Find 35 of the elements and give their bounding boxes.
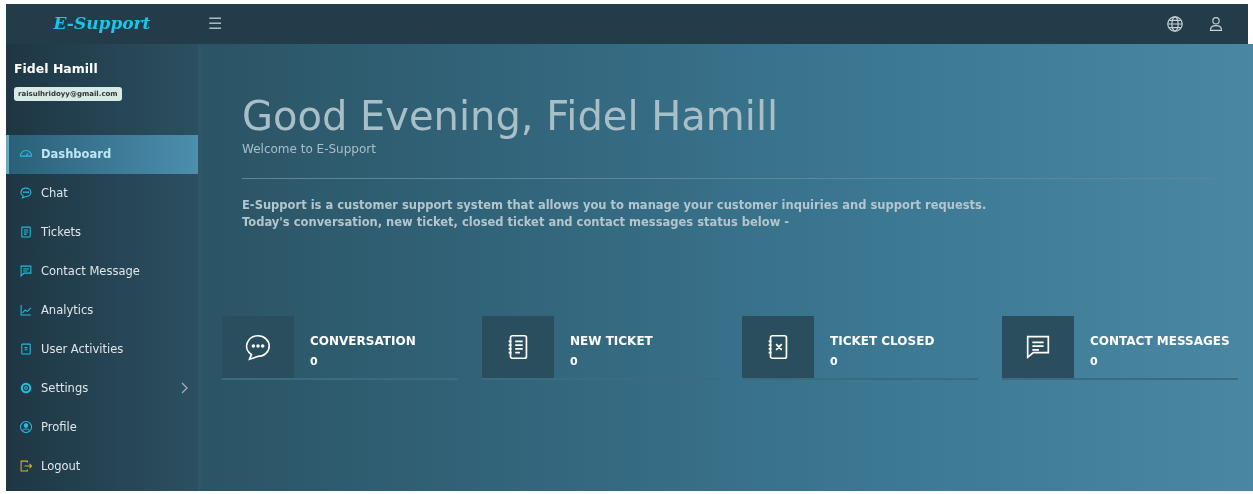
user-icon[interactable] (1208, 16, 1224, 32)
user-circle-icon (19, 420, 33, 435)
stat-value: 0 (830, 353, 839, 370)
sidebar-item[interactable]: User Activities (6, 329, 198, 369)
sidebar-item[interactable]: Analytics (6, 290, 198, 330)
sidebar-item[interactable]: Profile (6, 407, 198, 447)
sidebar-item[interactable]: Dashboard (6, 134, 198, 174)
user-name: Fidel Hamill (14, 60, 99, 78)
globe-icon[interactable] (1166, 15, 1184, 33)
stat-value: 0 (310, 353, 319, 370)
logo[interactable]: E-Support (53, 13, 151, 34)
stat-title: NEW TICKET (570, 332, 653, 350)
description-text: E-Support is a customer support system that allows you to manage your customer inquiries and support requests. (242, 197, 988, 214)
greeting-heading: Good Evening, Fidel Hamill (242, 92, 780, 140)
message-icon (19, 264, 33, 279)
menu-toggle-button[interactable]: ☰ (202, 12, 229, 36)
stat-value: 0 (1090, 353, 1099, 370)
gear-icon (19, 381, 33, 396)
notebook-icon (19, 225, 33, 240)
stat-title: CONTACT MESSAGES (1090, 332, 1230, 350)
sidebar-item[interactable]: Tickets (6, 212, 198, 252)
sidebar-item[interactable]: Chat (6, 173, 198, 213)
sidebar-item[interactable]: Settings (6, 368, 198, 408)
description-text: Today's conversation, new ticket, closed ticket and contact messages status below - (242, 214, 791, 232)
stat-title: CONVERSATION (310, 332, 416, 350)
sidebar-item[interactable]: Contact Message (6, 251, 198, 291)
welcome-subtitle: Welcome to E-Support (242, 141, 377, 158)
chat-icon (19, 186, 33, 201)
stat-value: 0 (570, 353, 579, 370)
chevron-icon (180, 382, 188, 395)
sidebar-item[interactable]: Logout (6, 446, 198, 486)
stat-title: TICKET CLOSED (830, 332, 935, 350)
logout-icon (19, 459, 33, 474)
contact-list-icon (19, 342, 33, 357)
line-chart-icon (19, 303, 33, 318)
